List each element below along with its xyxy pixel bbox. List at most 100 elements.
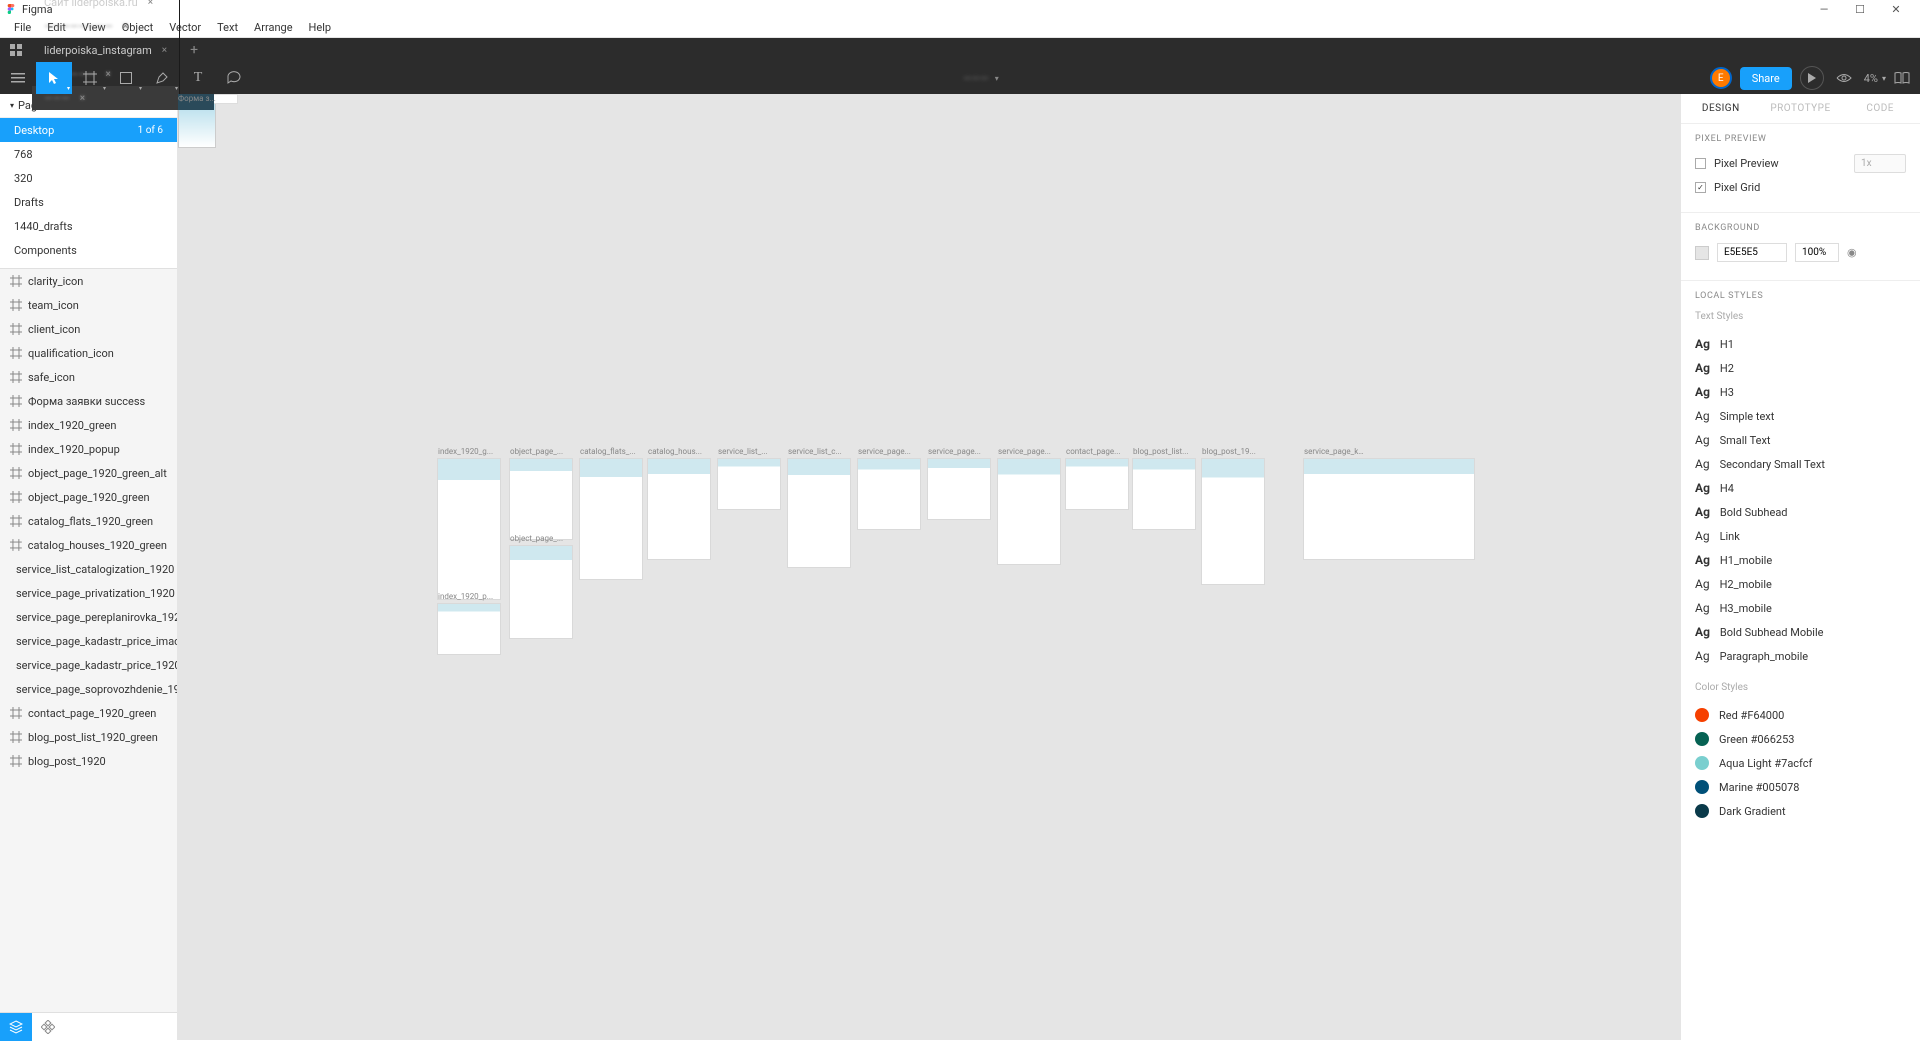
text-style-item[interactable]: AgH2	[1695, 356, 1906, 380]
page-item[interactable]: Desktop1 of 6	[0, 118, 177, 142]
frame-label[interactable]: service_page...	[858, 447, 911, 456]
layer-item[interactable]: contact_page_1920_green	[0, 701, 177, 725]
layer-item[interactable]: catalog_flats_1920_green	[0, 509, 177, 533]
layer-item[interactable]: catalog_houses_1920_green	[0, 533, 177, 557]
background-swatch[interactable]	[1695, 246, 1709, 260]
layer-item[interactable]: service_page_kadastr_price_1920_...	[0, 653, 177, 677]
layer-item[interactable]: service_page_privatization_1920	[0, 581, 177, 605]
background-opacity-input[interactable]	[1795, 243, 1839, 262]
menu-arrange[interactable]: Arrange	[246, 19, 300, 36]
pen-tool-button[interactable]: ▾	[144, 62, 180, 94]
frame-label[interactable]: catalog_flats_...	[580, 447, 636, 456]
text-style-item[interactable]: AgH1	[1695, 332, 1906, 356]
user-avatar[interactable]: E	[1710, 67, 1732, 89]
new-tab-button[interactable]: +	[180, 42, 208, 58]
library-icon[interactable]	[1894, 72, 1910, 84]
frame-label[interactable]: object_page_...	[510, 447, 563, 456]
window-close-button[interactable]: ✕	[1878, 0, 1914, 18]
text-style-item[interactable]: AgLink	[1695, 524, 1906, 548]
layer-item[interactable]: qualification_icon	[0, 341, 177, 365]
present-button[interactable]	[1800, 66, 1824, 90]
layer-item[interactable]: service_page_kadastr_price_imac_...	[0, 629, 177, 653]
text-style-item[interactable]: AgParagraph_mobile	[1695, 644, 1906, 668]
frame-label[interactable]: service_list_c...	[788, 447, 842, 456]
text-style-item[interactable]: AgH1_mobile	[1695, 548, 1906, 572]
pixel-preview-checkbox[interactable]	[1695, 158, 1706, 169]
canvas-frame[interactable]: blog_post_list...	[1133, 459, 1195, 529]
document-tab[interactable]: liderpoiska_instagram×	[32, 38, 180, 62]
window-maximize-button[interactable]: ☐	[1842, 0, 1878, 18]
layer-item[interactable]: index_1920_popup	[0, 437, 177, 461]
canvas-frame[interactable]: service_page...	[858, 459, 920, 529]
share-button[interactable]: Share	[1740, 67, 1792, 90]
canvas[interactable]: ◈ Фо... ◈ Гл... Ро... Квар... Дома Форма…	[178, 94, 1680, 1040]
frame-label[interactable]: blog_post_19...	[1202, 447, 1256, 456]
pixel-grid-checkbox[interactable]: ✓	[1695, 182, 1706, 193]
close-icon[interactable]: ×	[80, 93, 85, 104]
canvas-frame[interactable]: service_list_c...	[788, 459, 850, 567]
page-item[interactable]: 768	[0, 142, 177, 166]
document-tab[interactable]: ————————×	[32, 14, 180, 38]
canvas-frame[interactable]: service_page_kadastr_price_imac_5120	[1304, 459, 1474, 559]
canvas-frame[interactable]: object_page_...	[510, 459, 572, 539]
canvas-frame[interactable]: catalog_flats_...	[580, 459, 642, 579]
text-style-item[interactable]: AgSecondary Small Text	[1695, 452, 1906, 476]
frame-label[interactable]: blog_post_list...	[1133, 447, 1188, 456]
layer-item[interactable]: service_list_catalogization_1920	[0, 557, 177, 581]
layer-item[interactable]: team_icon	[0, 293, 177, 317]
color-style-item[interactable]: Dark Gradient	[1695, 799, 1906, 823]
text-style-item[interactable]: AgBold Subhead	[1695, 500, 1906, 524]
layer-item[interactable]: service_page_pereplanirovka_1920...	[0, 605, 177, 629]
canvas-frame[interactable]: catalog_hous...	[648, 459, 710, 559]
canvas-frame[interactable]: index_1920_g...	[438, 459, 500, 599]
layer-item[interactable]: service_page_soprovozhdenie_1920	[0, 677, 177, 701]
color-style-item[interactable]: Aqua Light #7acfcf	[1695, 751, 1906, 775]
canvas-frame[interactable]: contact_page...	[1066, 459, 1128, 509]
frame-tool-button[interactable]: ▾	[72, 62, 108, 94]
frame-label[interactable]: service_page...	[998, 447, 1051, 456]
page-item[interactable]: 320	[0, 166, 177, 190]
frame-label[interactable]: object_page_...	[510, 534, 563, 543]
canvas-frame[interactable]: blog_post_19...	[1202, 459, 1264, 584]
layer-item[interactable]: index_1920_green	[0, 413, 177, 437]
text-style-item[interactable]: AgSimple text	[1695, 404, 1906, 428]
layer-item[interactable]: clarity_icon	[0, 269, 177, 293]
eye-icon[interactable]: ◉	[1847, 246, 1857, 259]
canvas-frame[interactable]: object_page_...	[510, 546, 572, 638]
view-settings-button[interactable]	[1832, 66, 1856, 90]
canvas-frame[interactable]: service_page...	[998, 459, 1060, 564]
layer-item[interactable]: Форма заявки success	[0, 389, 177, 413]
canvas-frame[interactable]: index_1920_p...	[438, 604, 500, 654]
tab-prototype[interactable]: PROTOTYPE	[1761, 103, 1841, 114]
color-style-item[interactable]: Marine #005078	[1695, 775, 1906, 799]
frame-label[interactable]: service_list_...	[718, 447, 768, 456]
color-style-item[interactable]: Red #F64000	[1695, 703, 1906, 727]
layer-item[interactable]: object_page_1920_green	[0, 485, 177, 509]
layers-tab-button[interactable]	[0, 1013, 32, 1041]
text-style-item[interactable]: AgSmall Text	[1695, 428, 1906, 452]
close-icon[interactable]: ×	[123, 21, 128, 32]
canvas-frame[interactable]: service_list_...	[718, 459, 780, 509]
frame-label[interactable]: service_page_kadastr_price_imac_5120	[1304, 447, 1364, 456]
hamburger-menu-button[interactable]	[0, 62, 36, 94]
page-item[interactable]: 1440_drafts	[0, 214, 177, 238]
frame-label[interactable]: index_1920_p...	[438, 592, 493, 601]
shape-tool-button[interactable]: ▾	[108, 62, 144, 94]
zoom-level[interactable]: 4%▾	[1864, 72, 1886, 85]
window-minimize-button[interactable]: —	[1806, 0, 1842, 18]
layer-item[interactable]: object_page_1920_green_alt	[0, 461, 177, 485]
page-item[interactable]: Drafts	[0, 190, 177, 214]
pixel-preview-scale[interactable]	[1854, 154, 1906, 173]
layers-list[interactable]: clarity_iconteam_iconclient_iconqualific…	[0, 268, 177, 1012]
home-grid-icon[interactable]	[0, 38, 32, 62]
document-title[interactable]: ———	[963, 72, 989, 85]
text-style-item[interactable]: AgH4	[1695, 476, 1906, 500]
menu-text[interactable]: Text	[209, 19, 246, 36]
chevron-down-icon[interactable]: ▾	[995, 74, 999, 83]
text-tool-button[interactable]: T	[180, 62, 216, 94]
move-tool-button[interactable]: ▾	[36, 62, 72, 94]
page-item[interactable]: Components	[0, 238, 177, 262]
menu-help[interactable]: Help	[301, 19, 340, 36]
layer-item[interactable]: client_icon	[0, 317, 177, 341]
close-icon[interactable]: ×	[162, 45, 167, 56]
